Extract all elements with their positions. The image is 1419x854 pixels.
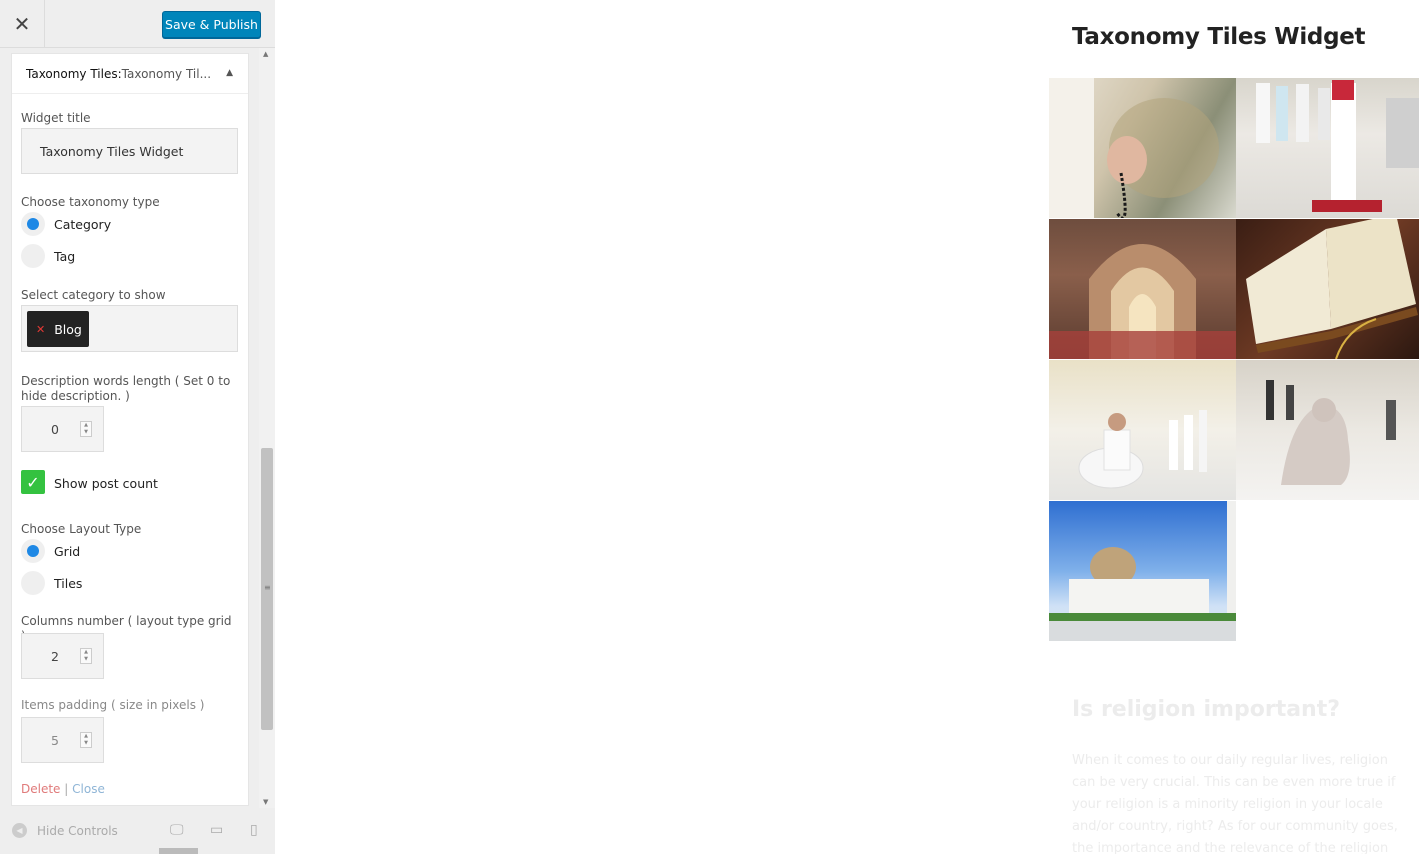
widget-title-label: Widget title xyxy=(21,111,91,125)
spin-arrows-icon[interactable]: ▲ ▼ xyxy=(80,648,92,664)
save-publish-button[interactable]: Save & Publish xyxy=(162,11,261,38)
collapse-arrow-icon[interactable]: ▲ xyxy=(226,68,233,78)
radio-category[interactable]: Category xyxy=(21,212,111,236)
site-preview: Taxonomy Tiles Widget Is religion import… xyxy=(276,0,1419,854)
check-icon: ✓ xyxy=(26,472,40,492)
widget-actions: Delete | Close xyxy=(21,782,105,797)
show-count-checkbox[interactable]: ✓ xyxy=(21,470,45,494)
spin-arrows-icon[interactable]: ▲ ▼ xyxy=(80,421,92,437)
customizer-footer: ◀ Hide Controls 🖵 ▭ ▯ xyxy=(0,808,275,854)
radio-button[interactable] xyxy=(21,212,45,236)
collapse-icon: ◀ xyxy=(12,823,27,838)
taxonomy-type-label: Choose taxonomy type xyxy=(21,195,160,209)
separator: | xyxy=(64,782,69,796)
layout-type-label: Choose Layout Type xyxy=(21,522,142,536)
tile-image xyxy=(1078,410,1207,489)
tile-image xyxy=(1256,80,1419,212)
panel-scrollbar[interactable]: ▲ ≡ ▼ xyxy=(259,48,275,808)
spin-arrows-icon[interactable]: ▲ ▼ xyxy=(80,732,92,748)
customizer-header: ✕ Save & Publish xyxy=(0,0,275,48)
description-length-label: Description words length ( Set 0 to hide… xyxy=(21,374,231,403)
tile-image xyxy=(1049,501,1236,641)
desktop-preview-icon[interactable]: 🖵 xyxy=(170,822,184,838)
category-tile[interactable] xyxy=(1049,360,1236,500)
radio-label: Category xyxy=(54,216,112,232)
chip-label: Blog xyxy=(54,321,82,337)
tablet-preview-icon[interactable]: ▭ xyxy=(210,822,223,838)
category-tile[interactable] xyxy=(1049,501,1236,641)
widget-title: Taxonomy Tiles Widget xyxy=(1072,24,1366,50)
category-tile[interactable] xyxy=(1236,360,1419,500)
scroll-up-icon[interactable]: ▲ xyxy=(263,50,268,58)
category-tile[interactable] xyxy=(1236,78,1419,218)
widget-header[interactable]: Taxonomy Tiles: Taxonomy Til... ▲ xyxy=(12,54,248,94)
scroll-down-icon[interactable]: ▼ xyxy=(263,798,268,806)
radio-grid[interactable]: Grid xyxy=(21,539,80,563)
widget-form: Taxonomy Tiles: Taxonomy Til... ▲ Widget… xyxy=(11,53,249,806)
stepper-value: 5 xyxy=(51,733,59,748)
active-device-indicator xyxy=(159,848,198,854)
category-select[interactable]: ✕ Blog xyxy=(21,305,238,352)
customizer-panel: ✕ Save & Publish Taxonomy Tiles: Taxonom… xyxy=(0,0,275,854)
mobile-preview-icon[interactable]: ▯ xyxy=(250,822,258,838)
close-link[interactable]: Close xyxy=(72,782,105,796)
section-heading: Is religion important? xyxy=(1072,697,1340,722)
widget-type-label: Taxonomy Tiles: xyxy=(26,66,122,81)
delete-link[interactable]: Delete xyxy=(21,782,60,796)
radio-label: Grid xyxy=(54,543,81,559)
category-tile[interactable] xyxy=(1049,219,1236,359)
radio-button[interactable] xyxy=(21,571,45,595)
tile-image xyxy=(1049,244,1236,359)
widget-title-input[interactable]: Taxonomy Tiles Widget xyxy=(21,128,238,174)
section-paragraph: When it comes to our daily regular lives… xyxy=(1072,753,1398,854)
radio-tag[interactable]: Tag xyxy=(21,244,75,268)
hide-controls-button[interactable]: ◀ Hide Controls xyxy=(12,823,118,838)
tile-image xyxy=(1049,78,1219,218)
remove-icon[interactable]: ✕ xyxy=(36,323,45,336)
radio-label: Tag xyxy=(54,248,76,264)
widget-header-title: Taxonomy Til... xyxy=(121,66,212,81)
tile-image xyxy=(1246,219,1418,359)
radio-button[interactable] xyxy=(21,244,45,268)
radio-label: Tiles xyxy=(54,575,83,591)
close-icon: ✕ xyxy=(13,12,31,36)
close-button[interactable]: ✕ xyxy=(0,0,45,48)
stepper-value: 0 xyxy=(51,422,59,437)
grip-icon: ≡ xyxy=(264,583,271,592)
items-padding-stepper[interactable]: 5 ▲ ▼ xyxy=(21,717,104,763)
category-tile[interactable] xyxy=(1236,219,1419,359)
select-category-label: Select category to show xyxy=(21,288,166,302)
radio-button[interactable] xyxy=(21,539,45,563)
tile-image xyxy=(1266,380,1396,485)
category-chip[interactable]: ✕ Blog xyxy=(27,311,89,347)
category-tile[interactable] xyxy=(1049,78,1236,218)
stepper-value: 2 xyxy=(51,649,59,664)
items-padding-label: Items padding ( size in pixels ) xyxy=(21,698,205,712)
show-count-label: Show post count xyxy=(54,476,158,491)
controls-scroll-area: Taxonomy Tiles: Taxonomy Til... ▲ Widget… xyxy=(0,48,275,808)
columns-number-stepper[interactable]: 2 ▲ ▼ xyxy=(21,633,104,679)
scroll-thumb[interactable]: ≡ xyxy=(261,448,273,730)
hide-controls-label: Hide Controls xyxy=(37,823,118,838)
radio-tiles[interactable]: Tiles xyxy=(21,571,82,595)
description-length-stepper[interactable]: 0 ▲ ▼ xyxy=(21,406,104,452)
